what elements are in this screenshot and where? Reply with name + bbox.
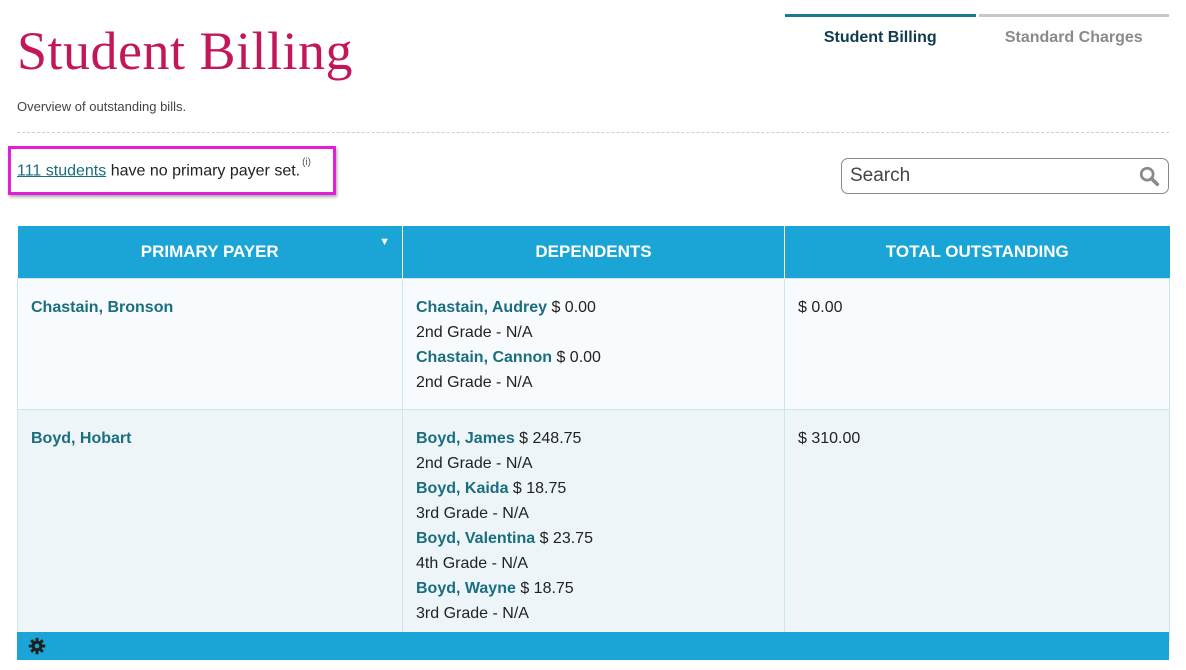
sort-down-icon[interactable]: ▼ xyxy=(379,236,390,248)
notice-text: have no primary payer set. xyxy=(106,162,301,180)
dependent-name-link[interactable]: Boyd, Wayne xyxy=(416,580,516,597)
column-header-dependents[interactable]: DEPENDENTS xyxy=(402,226,785,278)
table-row: Boyd, Hobart Boyd, James $ 248.75 2nd Gr… xyxy=(17,408,1170,641)
table-footer xyxy=(17,632,1169,660)
dependent-item: Boyd, Kaida $ 18.75 xyxy=(416,476,771,501)
dependent-grade: 4th Grade - N/A xyxy=(416,554,529,572)
dependent-amount: $ 0.00 xyxy=(547,298,596,316)
dependent-item: Chastain, Cannon $ 0.00 xyxy=(416,345,771,370)
dependent-grade: 3rd Grade - N/A xyxy=(416,604,529,622)
dependent-amount: $ 18.75 xyxy=(515,579,574,597)
search-box xyxy=(841,158,1169,194)
table-row: Chastain, Bronson Chastain, Audrey $ 0.0… xyxy=(17,277,1170,410)
total-cell: $ 0.00 xyxy=(784,277,1170,410)
search-icon[interactable] xyxy=(1138,165,1160,187)
search-input[interactable] xyxy=(850,165,1138,187)
dependent-grade: 3rd Grade - N/A xyxy=(416,504,529,522)
header-divider xyxy=(17,132,1169,133)
dependent-item: Boyd, Wayne $ 18.75 xyxy=(416,576,771,601)
dependents-cell: Chastain, Audrey $ 0.00 2nd Grade - N/A … xyxy=(402,277,785,410)
dependent-name-link[interactable]: Chastain, Cannon xyxy=(416,349,552,366)
page-subtitle: Overview of outstanding bills. xyxy=(17,99,187,114)
dependent-grade: 2nd Grade - N/A xyxy=(416,373,533,391)
payer-name-link[interactable]: Boyd, Hobart xyxy=(31,430,131,447)
column-header-total-outstanding[interactable]: TOTAL OUTSTANDING xyxy=(784,226,1170,278)
total-cell: $ 310.00 xyxy=(784,408,1170,641)
dependent-amount: $ 18.75 xyxy=(508,479,567,497)
dependent-amount: $ 0.00 xyxy=(552,348,601,366)
dependents-cell: Boyd, James $ 248.75 2nd Grade - N/A Boy… xyxy=(402,408,785,641)
dependent-amount: $ 23.75 xyxy=(535,529,593,547)
dependent-name-link[interactable]: Boyd, Valentina xyxy=(416,530,535,547)
tab-standard-charges[interactable]: Standard Charges xyxy=(978,14,1169,64)
dependent-grade: 2nd Grade - N/A xyxy=(416,454,533,472)
table-header-row: PRIMARY PAYER ▼ DEPENDENTS TOTAL OUTSTAN… xyxy=(17,226,1170,278)
dependent-name-link[interactable]: Boyd, Kaida xyxy=(416,480,508,497)
no-payer-notice: 111 students have no primary payer set.(… xyxy=(8,146,336,195)
dependent-item: Boyd, James $ 248.75 xyxy=(416,426,771,451)
tab-bar: Student Billing Standard Charges xyxy=(785,14,1169,64)
dependent-item: Chastain, Audrey $ 0.00 xyxy=(416,295,771,320)
column-header-label: PRIMARY PAYER xyxy=(140,241,279,261)
dependent-item: Boyd, Valentina $ 23.75 xyxy=(416,526,771,551)
info-icon[interactable]: (i) xyxy=(302,157,311,168)
column-header-primary-payer[interactable]: PRIMARY PAYER ▼ xyxy=(17,226,403,278)
payer-cell: Boyd, Hobart xyxy=(17,408,403,641)
page-title: Student Billing xyxy=(17,21,354,81)
payer-cell: Chastain, Bronson xyxy=(17,277,403,410)
dependent-grade: 2nd Grade - N/A xyxy=(416,323,533,341)
dependent-amount: $ 248.75 xyxy=(514,429,582,447)
dependent-name-link[interactable]: Chastain, Audrey xyxy=(416,299,547,316)
students-without-payer-link[interactable]: 111 students xyxy=(17,162,106,179)
tab-student-billing[interactable]: Student Billing xyxy=(785,14,976,64)
dependent-name-link[interactable]: Boyd, James xyxy=(416,430,515,447)
payer-name-link[interactable]: Chastain, Bronson xyxy=(31,299,173,316)
gear-icon[interactable] xyxy=(28,637,46,655)
billing-table: PRIMARY PAYER ▼ DEPENDENTS TOTAL OUTSTAN… xyxy=(17,226,1170,641)
